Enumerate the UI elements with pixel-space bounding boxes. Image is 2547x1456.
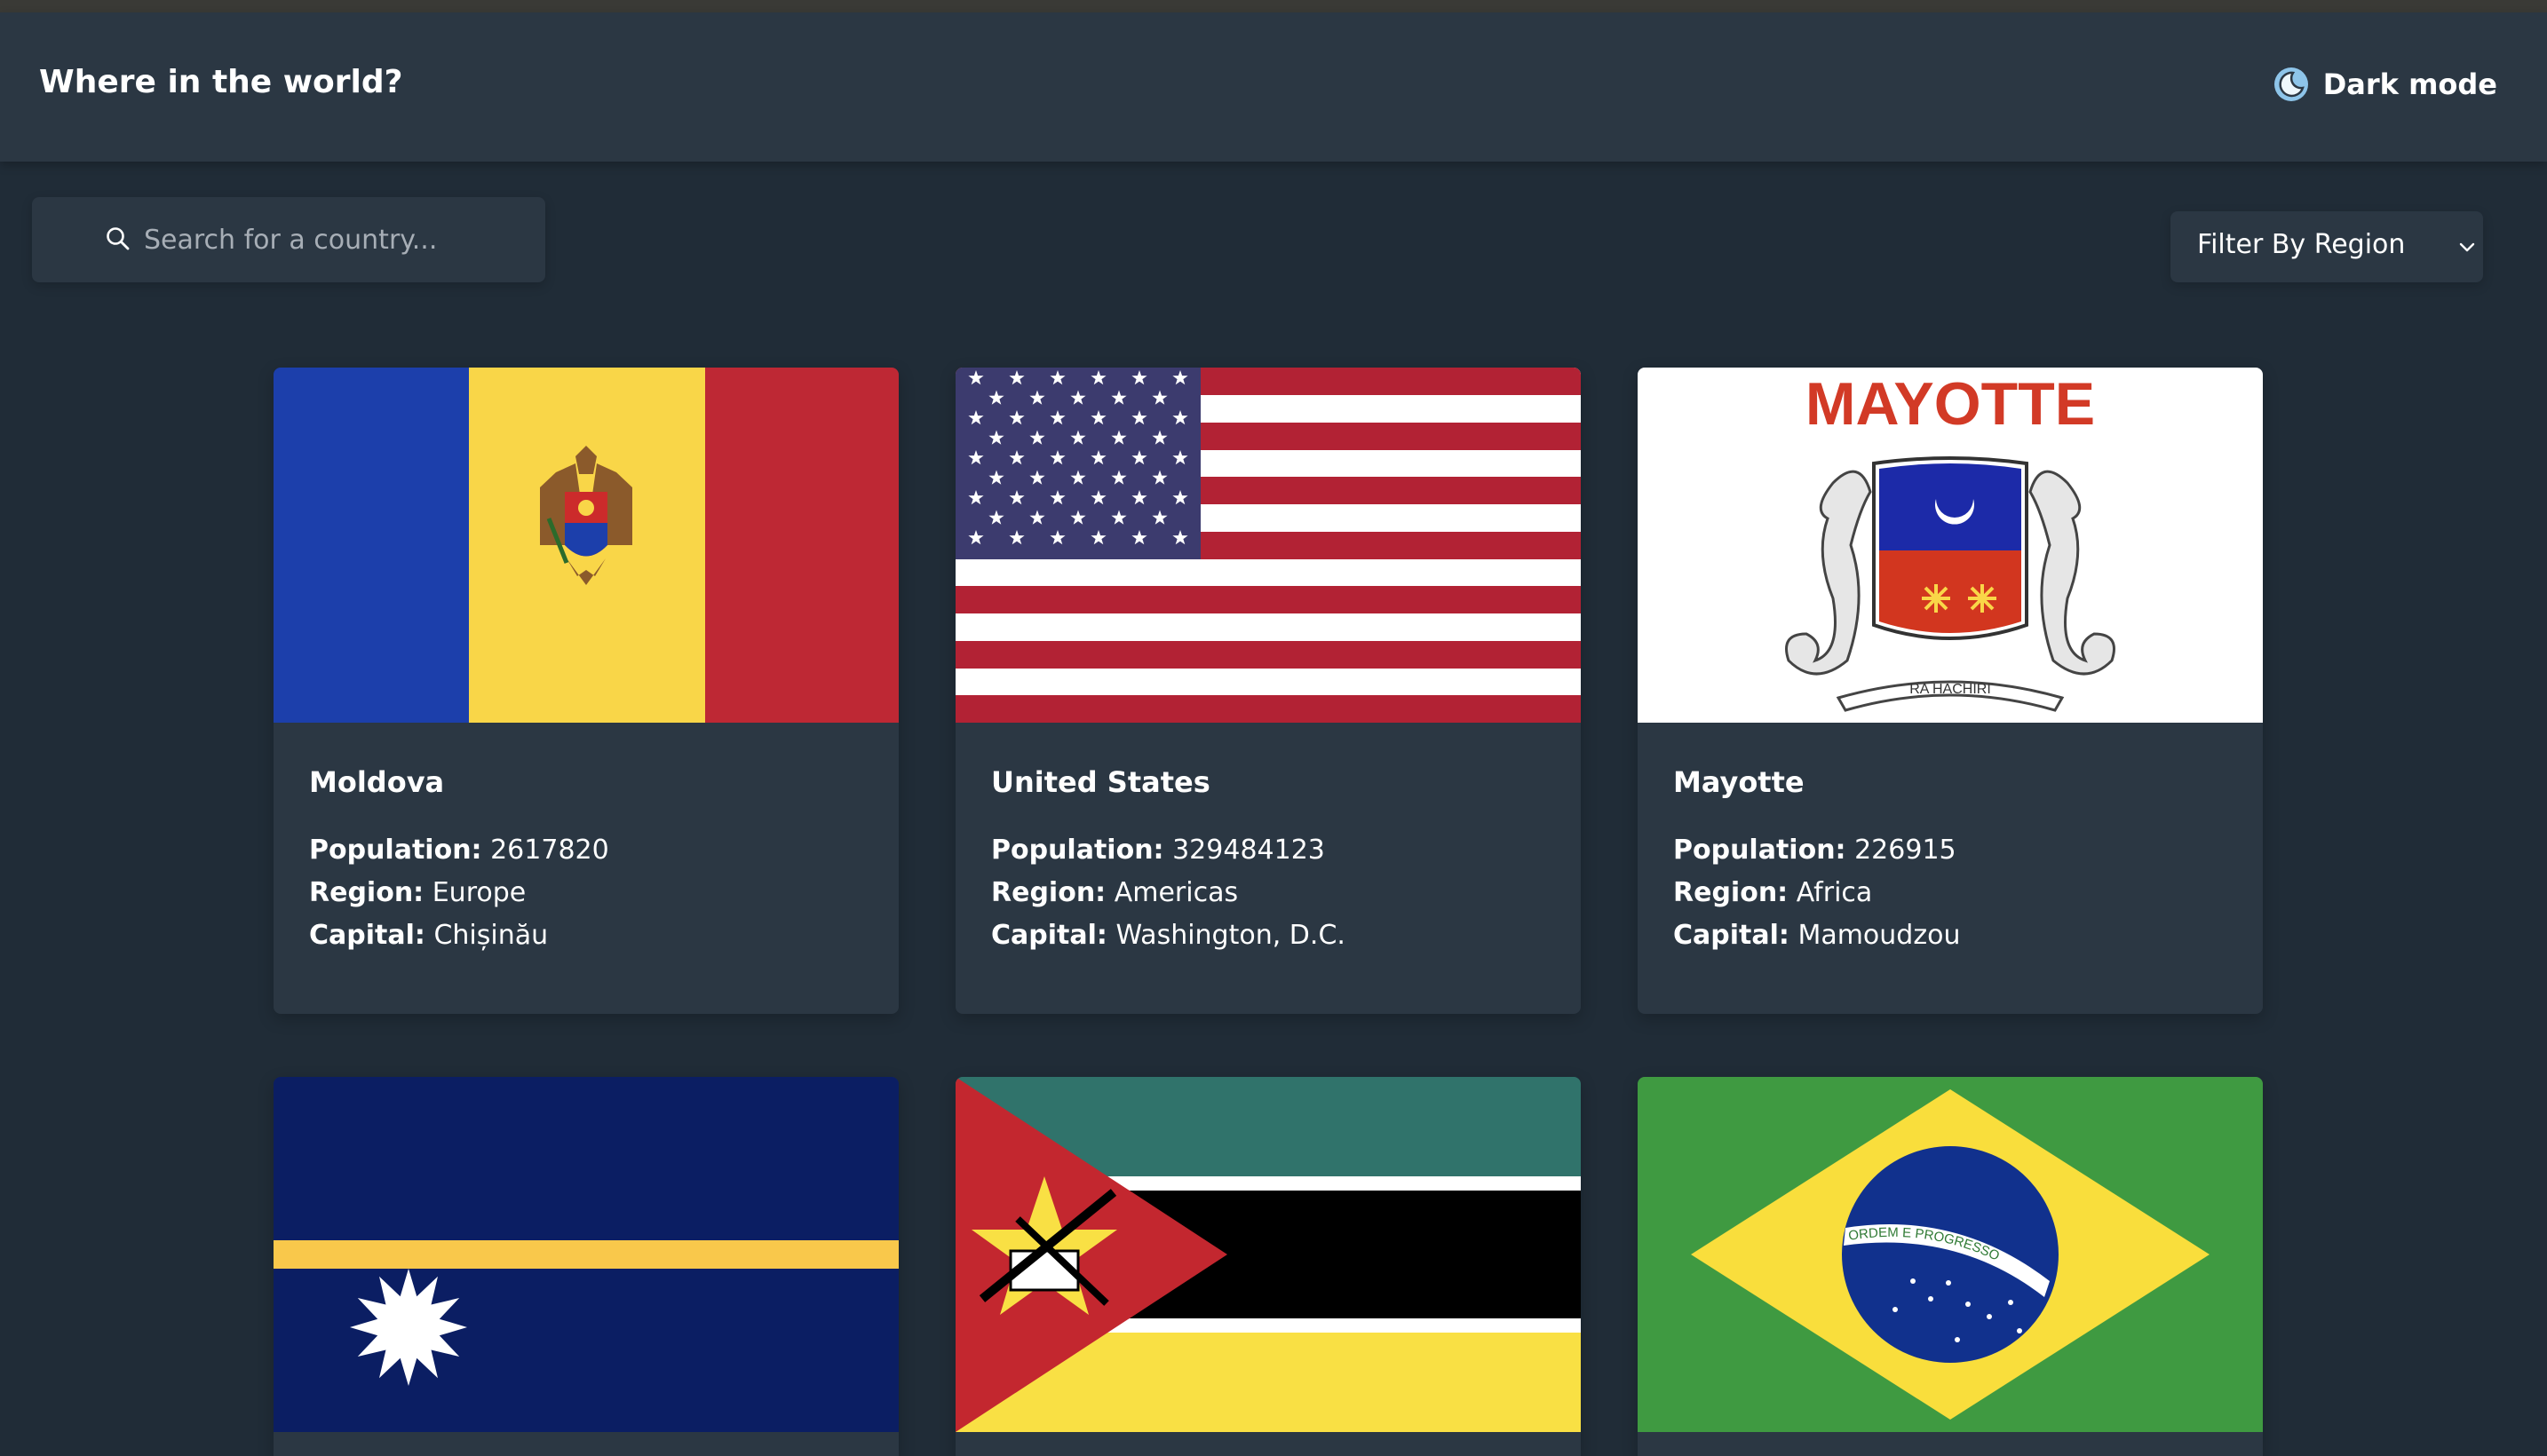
moon-icon bbox=[2273, 67, 2308, 101]
capital-value: Mamoudzou bbox=[1797, 920, 1961, 951]
search-box bbox=[32, 197, 545, 282]
population-value: 329484123 bbox=[1172, 835, 1325, 866]
capital-label: Capital: bbox=[1673, 920, 1789, 951]
country-name: Moldova bbox=[309, 765, 445, 799]
flag-mayotte-text: MAYOTTE bbox=[1805, 370, 2095, 438]
population-value: 226915 bbox=[1854, 835, 1956, 866]
flag-nauru-image bbox=[274, 1077, 899, 1432]
region-value: Americas bbox=[1114, 877, 1239, 908]
population-value: 2617820 bbox=[490, 835, 609, 866]
flag-mayotte-image: MAYOTTE RA HACHIRI bbox=[1638, 368, 2263, 723]
window-top-strip bbox=[0, 0, 2547, 12]
capital-value: Washington, D.C. bbox=[1115, 920, 1345, 951]
theme-toggle-label: Dark mode bbox=[2322, 67, 2497, 101]
capital-row: Capital: Washington, D.C. bbox=[991, 914, 1559, 957]
theme-toggle-button[interactable]: Dark mode bbox=[2273, 62, 2497, 107]
country-name: Mayotte bbox=[1673, 765, 1805, 799]
search-input[interactable] bbox=[144, 197, 535, 282]
population-label: Population: bbox=[309, 835, 482, 866]
region-row: Region: Americas bbox=[991, 872, 1559, 914]
flag-brazil-image: ORDEM E PROGRESSO bbox=[1638, 1077, 2263, 1432]
country-card-nauru[interactable] bbox=[274, 1077, 899, 1456]
flag-moldova-image bbox=[274, 368, 899, 723]
country-card-mozambique[interactable] bbox=[956, 1077, 1581, 1456]
population-label: Population: bbox=[1673, 835, 1846, 866]
capital-label: Capital: bbox=[991, 920, 1107, 951]
region-filter-dropdown[interactable]: Filter By Region bbox=[2170, 211, 2483, 282]
population-row: Population: 226915 bbox=[1673, 829, 2242, 872]
region-value: Africa bbox=[1796, 877, 1873, 908]
country-card-mayotte[interactable]: MAYOTTE RA HACHIRI Mayotte Population: 2… bbox=[1638, 368, 2263, 1014]
population-row: Population: 2617820 bbox=[309, 829, 877, 872]
app-header: Where in the world? Dark mode bbox=[0, 12, 2547, 162]
region-label: Region: bbox=[1673, 877, 1789, 908]
population-label: Population: bbox=[991, 835, 1164, 866]
chevron-down-icon bbox=[2459, 242, 2475, 252]
country-card-united-states[interactable]: United States Population: 329484123 Regi… bbox=[956, 368, 1581, 1014]
capital-row: Capital: Chișinău bbox=[309, 914, 877, 957]
capital-row: Capital: Mamoudzou bbox=[1673, 914, 2242, 957]
country-card-moldova[interactable]: Moldova Population: 2617820 Region: Euro… bbox=[274, 368, 899, 1014]
region-value: Europe bbox=[432, 877, 527, 908]
country-card-brazil[interactable]: ORDEM E PROGRESSO bbox=[1638, 1077, 2263, 1456]
search-icon bbox=[107, 227, 130, 250]
capital-label: Capital: bbox=[309, 920, 425, 951]
region-label: Region: bbox=[991, 877, 1107, 908]
region-row: Region: Africa bbox=[1673, 872, 2242, 914]
flag-mayotte-motto: RA HACHIRI bbox=[1909, 682, 1991, 697]
region-label: Region: bbox=[309, 877, 424, 908]
region-filter-label: Filter By Region bbox=[2197, 229, 2406, 260]
app-title: Where in the world? bbox=[39, 64, 403, 100]
region-row: Region: Europe bbox=[309, 872, 877, 914]
population-row: Population: 329484123 bbox=[991, 829, 1559, 872]
country-name: United States bbox=[991, 765, 1210, 799]
flag-united-states-image bbox=[956, 368, 1581, 723]
flag-mozambique-image bbox=[956, 1077, 1581, 1432]
capital-value: Chișinău bbox=[433, 920, 549, 951]
